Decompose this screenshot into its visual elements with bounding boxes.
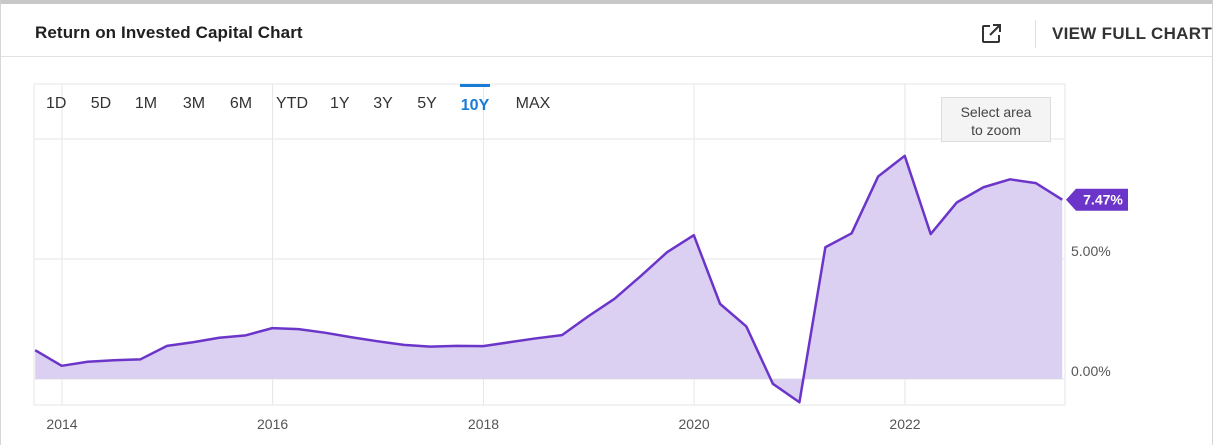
data-point	[270, 326, 274, 330]
data-point	[402, 343, 406, 347]
x-tick-label: 2020	[679, 416, 710, 432]
y-tick-label: 5.00%	[1071, 243, 1111, 259]
x-tick-label: 2018	[468, 416, 499, 432]
data-point	[850, 231, 854, 235]
data-point	[349, 335, 353, 339]
range-max[interactable]: MAX	[514, 84, 552, 118]
data-point	[33, 348, 37, 352]
data-point	[533, 336, 537, 340]
data-point	[86, 360, 90, 364]
data-point	[639, 274, 643, 278]
zoom-hint-tooltip: Select area to zoom	[941, 97, 1051, 142]
x-tick-label: 2014	[46, 416, 77, 432]
data-point	[376, 339, 380, 343]
data-point	[1034, 181, 1038, 185]
data-point	[455, 344, 459, 348]
data-point	[955, 200, 959, 204]
range-3y[interactable]: 3Y	[372, 84, 394, 118]
range-1m[interactable]: 1M	[133, 84, 159, 118]
y-tick-label: 0.00%	[1071, 363, 1111, 379]
data-point	[112, 358, 116, 362]
roic-chart[interactable]: 0.00% 5.00% 2014 2016 2018 2020 2022 7.47%	[0, 0, 1213, 445]
range-6m[interactable]: 6M	[228, 84, 254, 118]
series-area	[35, 155, 1063, 403]
data-point	[771, 382, 775, 386]
range-1y[interactable]: 1Y	[330, 84, 350, 118]
data-point	[797, 400, 801, 404]
data-point	[1008, 177, 1012, 181]
data-point	[138, 357, 142, 361]
last-value-label: 7.47%	[1083, 192, 1123, 208]
data-point	[876, 174, 880, 178]
data-point	[60, 364, 64, 368]
x-tick-label: 2022	[889, 416, 920, 432]
data-point	[587, 314, 591, 318]
data-point	[323, 331, 327, 335]
range-10y[interactable]: 10Y	[460, 84, 490, 121]
data-point	[481, 344, 485, 348]
data-point	[1060, 198, 1064, 202]
data-point	[692, 233, 696, 237]
data-point	[191, 340, 195, 344]
data-point	[718, 302, 722, 306]
data-point	[560, 333, 564, 337]
data-point	[823, 245, 827, 249]
data-point	[165, 344, 169, 348]
zoom-hint-line-1: Select area	[960, 104, 1032, 120]
data-point	[428, 345, 432, 349]
range-1d[interactable]: 1D	[46, 84, 66, 118]
range-5y[interactable]: 5Y	[416, 84, 438, 118]
data-point	[665, 250, 669, 254]
data-point	[744, 324, 748, 328]
range-3m[interactable]: 3M	[181, 84, 207, 118]
data-point	[903, 154, 907, 158]
data-point	[244, 333, 248, 337]
data-point	[507, 340, 511, 344]
x-tick-label: 2016	[257, 416, 288, 432]
data-point	[297, 327, 301, 331]
zoom-hint-line-2: to zoom	[971, 122, 1021, 138]
range-ytd[interactable]: YTD	[275, 84, 309, 118]
data-point	[217, 336, 221, 340]
data-point	[981, 185, 985, 189]
data-point	[612, 297, 616, 301]
range-5d[interactable]: 5D	[89, 84, 113, 118]
data-point	[929, 232, 933, 236]
